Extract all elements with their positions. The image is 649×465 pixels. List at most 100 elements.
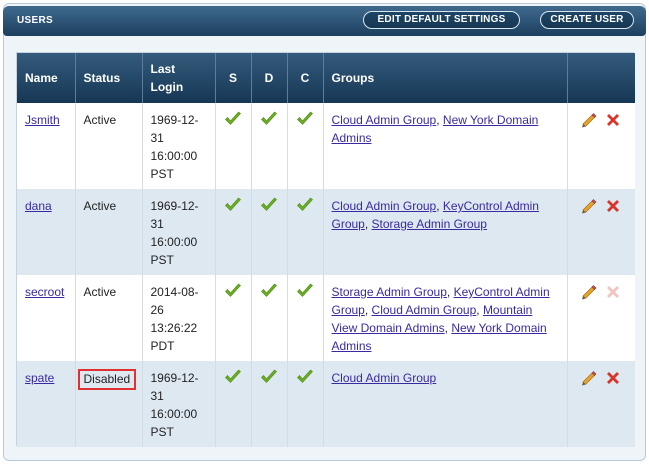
cell-last-login: 1969-12- 31 16:00:00 PST bbox=[142, 103, 216, 189]
delete-x-icon bbox=[607, 286, 620, 298]
cell-name: spate bbox=[17, 361, 76, 447]
cell-d bbox=[251, 361, 288, 447]
column-header-last-login[interactable]: Last Login bbox=[142, 53, 216, 103]
cell-groups: Cloud Admin Group bbox=[323, 361, 568, 447]
table-row: Jsmith Active 1969-12- 31 16:00:00 PST Cloud A… bbox=[17, 103, 635, 189]
edit-default-settings-button[interactable]: EDIT DEFAULT SETTINGS bbox=[363, 11, 520, 29]
panel-title: USERS bbox=[17, 15, 53, 26]
column-header-s[interactable]: S bbox=[215, 53, 252, 103]
cell-s bbox=[215, 189, 252, 275]
login-time: 13:26:22 bbox=[150, 321, 198, 335]
cell-actions bbox=[567, 189, 635, 275]
user-name-link[interactable]: dana bbox=[25, 199, 52, 213]
cell-status: Active bbox=[75, 275, 143, 361]
column-header-actions bbox=[567, 53, 635, 103]
cell-groups: Storage Admin Group, KeyControl Admin Gr… bbox=[323, 275, 568, 361]
login-time: 16:00:00 bbox=[150, 235, 198, 249]
users-table-container: Name Status Last Login S D C Groups Jsmit… bbox=[16, 52, 635, 447]
cell-status: Disabled bbox=[75, 361, 143, 447]
login-date: 1969-12- bbox=[150, 113, 199, 127]
check-icon bbox=[261, 111, 277, 125]
cell-name: Jsmith bbox=[17, 103, 76, 189]
cell-c bbox=[287, 189, 324, 275]
cell-last-login: 1969-12- 31 16:00:00 PST bbox=[142, 361, 216, 447]
status-text: Active bbox=[83, 285, 117, 299]
check-icon bbox=[225, 283, 241, 297]
login-day: 26 bbox=[150, 303, 164, 317]
column-header-groups[interactable]: Groups bbox=[323, 53, 568, 103]
cell-status: Active bbox=[75, 103, 143, 189]
delete-x-icon[interactable] bbox=[604, 111, 622, 129]
delete-x-icon[interactable] bbox=[604, 369, 622, 387]
cell-actions bbox=[567, 103, 635, 189]
login-tz: PST bbox=[150, 253, 174, 267]
check-icon bbox=[261, 369, 277, 383]
cell-c bbox=[287, 361, 324, 447]
cell-groups: Cloud Admin Group, KeyControl Admin Grou… bbox=[323, 189, 568, 275]
delete-x-icon[interactable] bbox=[604, 197, 622, 215]
cell-status: Active bbox=[75, 189, 143, 275]
cell-d bbox=[251, 103, 288, 189]
column-header-c[interactable]: C bbox=[287, 53, 324, 103]
group-link[interactable]: Cloud Admin Group bbox=[332, 113, 437, 127]
login-date: 1969-12- bbox=[150, 199, 199, 213]
users-table: Name Status Last Login S D C Groups Jsmit… bbox=[17, 53, 635, 447]
login-day: 31 bbox=[150, 217, 164, 231]
cell-name: secroot bbox=[17, 275, 76, 361]
cell-d bbox=[251, 189, 288, 275]
pencil-icon[interactable] bbox=[580, 369, 598, 387]
user-name-link[interactable]: secroot bbox=[25, 285, 64, 299]
table-header-row: Name Status Last Login S D C Groups bbox=[17, 53, 635, 103]
create-user-button[interactable]: CREATE USER bbox=[540, 11, 634, 29]
cell-groups: Cloud Admin Group, New York Domain Admin… bbox=[323, 103, 568, 189]
status-text: Active bbox=[83, 113, 117, 127]
login-day: 31 bbox=[150, 131, 164, 145]
group-link[interactable]: Cloud Admin Group bbox=[372, 303, 477, 317]
column-header-last-login-line1: Last bbox=[150, 62, 176, 76]
login-time: 16:00:00 bbox=[150, 407, 198, 421]
login-time: 16:00:00 bbox=[150, 149, 198, 163]
column-header-d[interactable]: D bbox=[251, 53, 288, 103]
check-icon bbox=[261, 283, 277, 297]
check-icon bbox=[297, 197, 313, 211]
cell-c bbox=[287, 275, 324, 361]
check-icon bbox=[225, 369, 241, 383]
user-name-link[interactable]: Jsmith bbox=[25, 113, 60, 127]
cell-s bbox=[215, 275, 252, 361]
cell-actions bbox=[567, 361, 635, 447]
cell-s bbox=[215, 103, 252, 189]
column-header-status[interactable]: Status bbox=[75, 53, 143, 103]
check-icon bbox=[225, 111, 241, 125]
check-icon bbox=[225, 197, 241, 211]
group-link[interactable]: Storage Admin Group bbox=[372, 217, 487, 231]
column-header-last-login-line2: Login bbox=[150, 80, 184, 94]
login-date: 1969-12- bbox=[150, 371, 199, 385]
table-row: spate Disabled 1969-12- 31 16:00:00 PST Cloud … bbox=[17, 361, 635, 447]
login-day: 31 bbox=[150, 389, 164, 403]
cell-actions bbox=[567, 275, 635, 361]
status-text: Active bbox=[83, 199, 117, 213]
user-name-link[interactable]: spate bbox=[25, 371, 54, 385]
pencil-icon[interactable] bbox=[580, 111, 598, 129]
check-icon bbox=[297, 283, 313, 297]
cell-name: dana bbox=[17, 189, 76, 275]
group-link[interactable]: Cloud Admin Group bbox=[332, 371, 437, 385]
status-text: Disabled bbox=[77, 369, 137, 390]
group-link[interactable]: Cloud Admin Group bbox=[332, 199, 437, 213]
login-tz: PST bbox=[150, 167, 174, 181]
check-icon bbox=[297, 111, 313, 125]
check-icon bbox=[261, 197, 277, 211]
pencil-icon[interactable] bbox=[580, 197, 598, 215]
column-header-name[interactable]: Name bbox=[17, 53, 76, 103]
login-tz: PDT bbox=[150, 339, 175, 353]
cell-s bbox=[215, 361, 252, 447]
check-icon bbox=[297, 369, 313, 383]
cell-c bbox=[287, 103, 324, 189]
cell-d bbox=[251, 275, 288, 361]
cell-last-login: 2014-08- 26 13:26:22 PDT bbox=[142, 275, 216, 361]
group-link[interactable]: Storage Admin Group bbox=[332, 285, 447, 299]
pencil-icon[interactable] bbox=[580, 283, 598, 301]
cell-last-login: 1969-12- 31 16:00:00 PST bbox=[142, 189, 216, 275]
table-row: secroot Active 2014-08- 26 13:26:22 PDT Storag… bbox=[17, 275, 635, 361]
table-row: dana Active 1969-12- 31 16:00:00 PST Cloud Adm… bbox=[17, 189, 635, 275]
